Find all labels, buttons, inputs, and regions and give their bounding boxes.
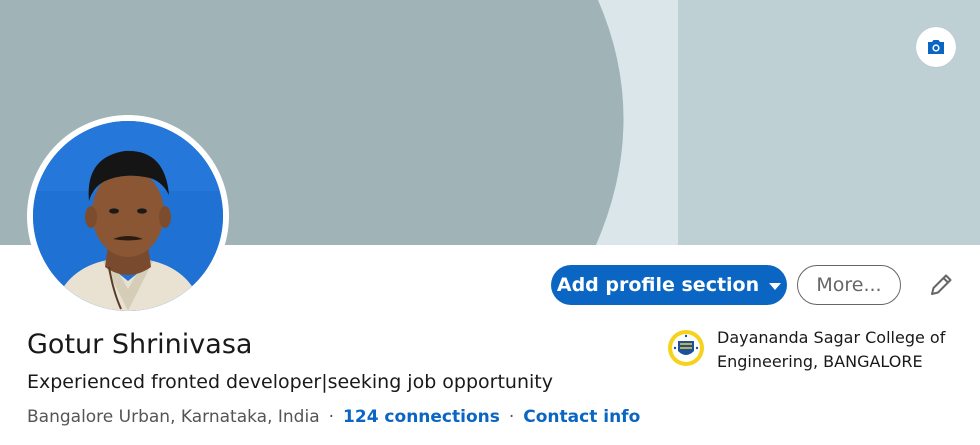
- education-link[interactable]: Dayananda Sagar College of Engineering, …: [667, 326, 967, 374]
- contact-info-link[interactable]: Contact info: [523, 407, 640, 427]
- edit-intro-button[interactable]: [922, 266, 960, 304]
- education-school-name: Dayananda Sagar College of Engineering, …: [717, 328, 946, 371]
- add-profile-section-button[interactable]: Add profile section: [551, 265, 787, 305]
- more-button[interactable]: More...: [797, 265, 901, 305]
- add-profile-section-label: Add profile section: [556, 274, 760, 296]
- camera-icon: [928, 40, 944, 54]
- profile-headline: Experienced fronted developer|seeking jo…: [27, 371, 553, 393]
- avatar[interactable]: [33, 121, 223, 311]
- pencil-icon: [931, 274, 952, 295]
- profile-location: Bangalore Urban, Karnataka, India: [27, 407, 320, 427]
- caret-down-icon: [769, 282, 782, 290]
- college-crest-icon: [668, 330, 704, 366]
- connections-link[interactable]: 124 connections: [343, 407, 500, 427]
- profile-photo: [33, 121, 223, 311]
- profile-meta: Bangalore Urban, Karnataka, India · 124 …: [27, 407, 640, 427]
- profile-name: Gotur Shrinivasa: [27, 329, 253, 360]
- meta-separator: ·: [328, 407, 335, 427]
- meta-separator: ·: [508, 407, 515, 427]
- edit-banner-button[interactable]: [916, 27, 956, 67]
